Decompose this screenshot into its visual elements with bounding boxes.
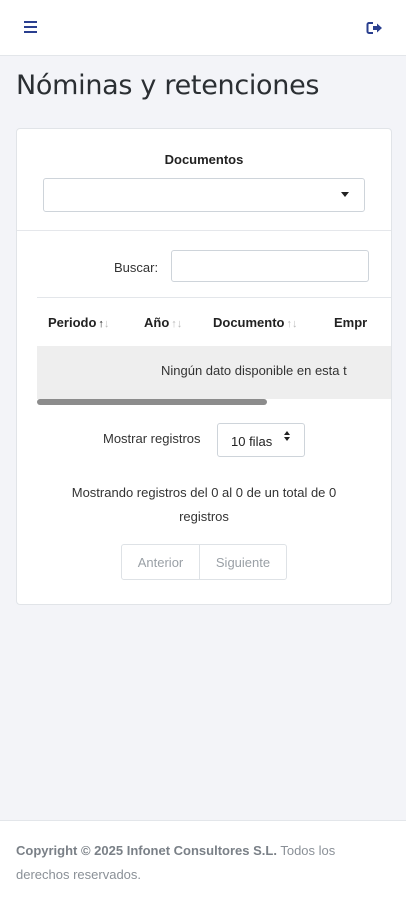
column-label: Empr xyxy=(334,315,368,330)
documents-label: Documentos xyxy=(164,152,244,167)
column-label: Documento xyxy=(213,315,285,330)
search-input[interactable] xyxy=(171,250,369,282)
column-header-empresa[interactable]: Empr xyxy=(334,315,367,330)
column-header-ano[interactable]: Año ↑↓ xyxy=(144,315,182,330)
documents-select[interactable] xyxy=(43,178,365,212)
empty-message: Ningún dato disponible en esta t xyxy=(161,363,347,378)
scrollbar-thumb[interactable] xyxy=(37,399,267,405)
table-info: Mostrando registros del 0 al 0 de un tot… xyxy=(71,485,337,524)
page-title: Nóminas y retenciones xyxy=(16,70,320,101)
footer-text: Copyright © 2025 Infonet Consultores S.L… xyxy=(16,839,386,887)
top-navbar xyxy=(0,0,406,56)
divider xyxy=(17,230,391,231)
column-header-periodo[interactable]: Periodo ↑↓ xyxy=(48,315,109,330)
horizontal-scrollbar[interactable] xyxy=(37,399,391,405)
column-label: Periodo xyxy=(48,315,97,330)
previous-page-button[interactable]: Anterior xyxy=(121,544,200,580)
footer: Copyright © 2025 Infonet Consultores S.L… xyxy=(0,820,406,901)
table-header: Periodo ↑↓ Año ↑↓ Documento ↑↓ Empr xyxy=(37,297,391,347)
search-label: Buscar: xyxy=(114,260,159,275)
rows-per-page-label: Mostrar registros xyxy=(103,431,201,446)
table-empty-row: Ningún dato disponible en esta t xyxy=(37,346,391,399)
sort-icon: ↑↓ xyxy=(286,318,298,330)
logout-icon[interactable] xyxy=(364,17,386,39)
next-page-button[interactable]: Siguiente xyxy=(200,544,287,580)
select-arrows-icon xyxy=(284,431,292,441)
column-label: Año xyxy=(144,315,170,330)
caret-down-icon xyxy=(341,192,349,197)
rows-per-page-select[interactable]: 10 filas xyxy=(217,423,305,457)
pagination: Anterior Siguiente xyxy=(121,544,287,580)
documents-card: Documentos Buscar: Periodo ↑↓ Año ↑↓ Docum… xyxy=(16,128,392,605)
column-header-documento[interactable]: Documento ↑↓ xyxy=(213,315,298,330)
sort-icon: ↑↓ xyxy=(171,318,183,330)
sort-ascending-icon: ↑↓ xyxy=(98,318,110,330)
documents-table: Periodo ↑↓ Año ↑↓ Documento ↑↓ Empr Ningún … xyxy=(37,297,391,405)
hamburger-menu-icon[interactable] xyxy=(22,18,42,38)
rows-per-page-value: 10 filas xyxy=(231,434,273,449)
copyright-text: Copyright © 2025 Infonet Consultores S.L… xyxy=(16,843,277,858)
